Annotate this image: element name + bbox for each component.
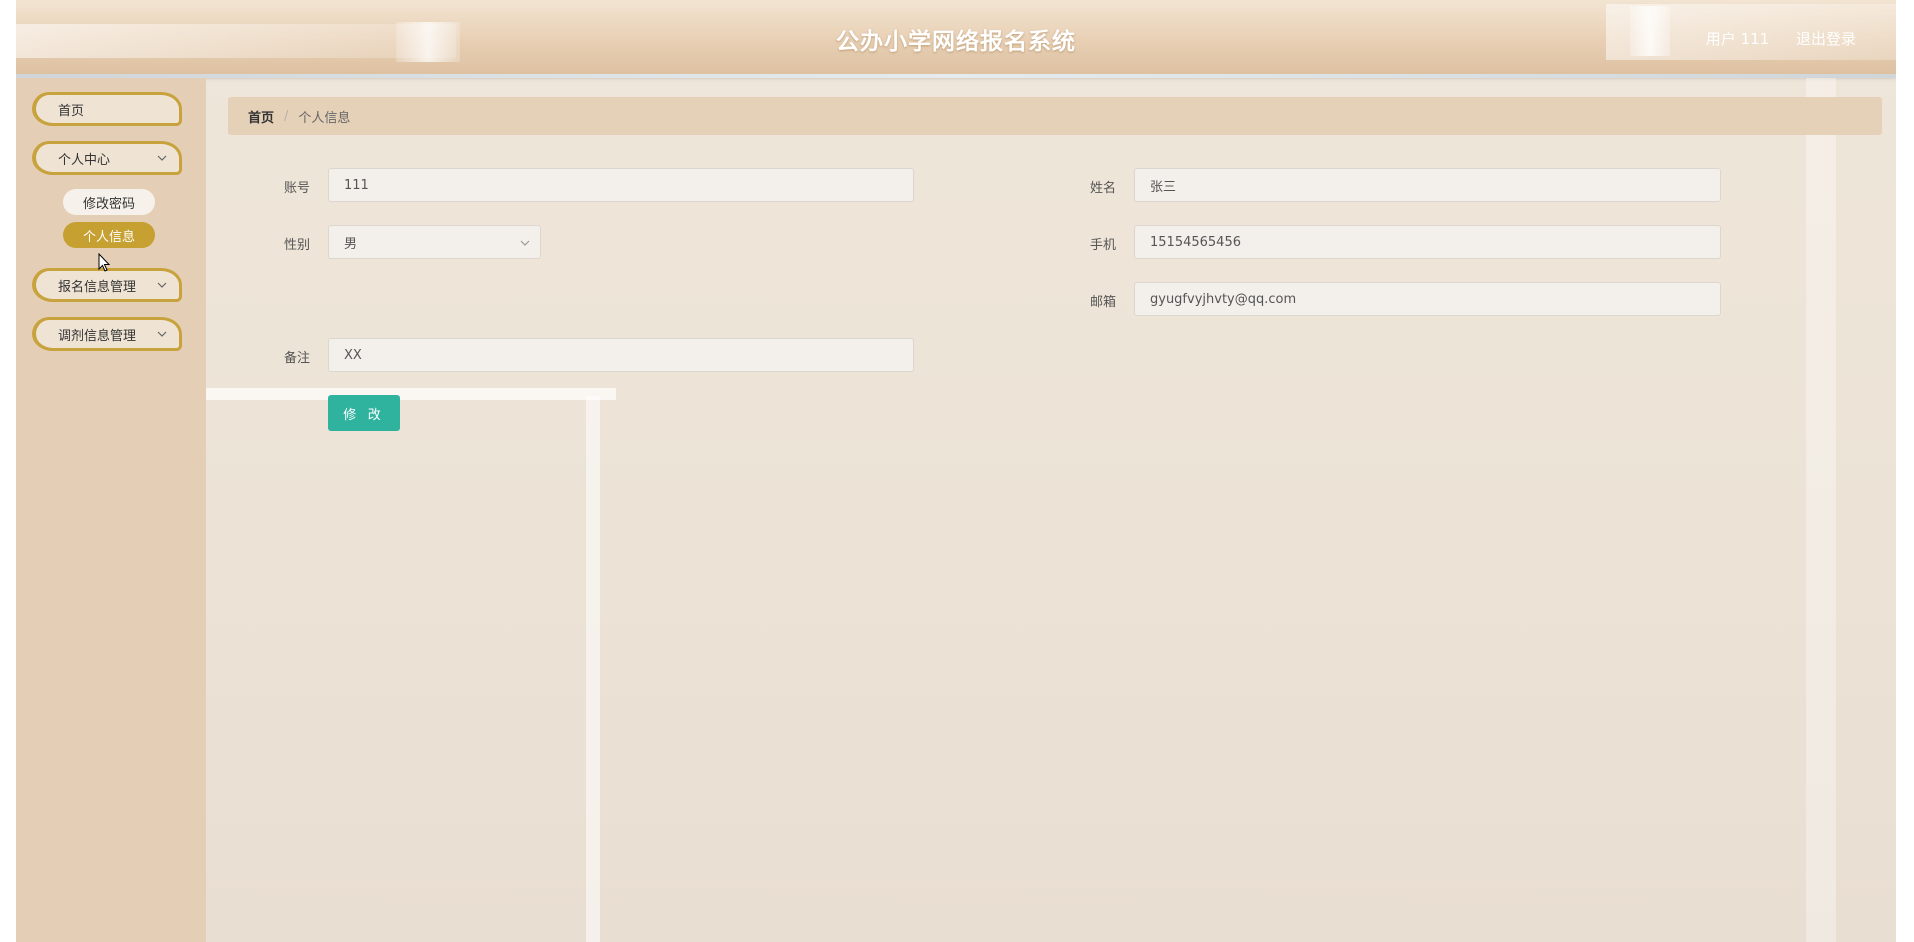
breadcrumb-current: 个人信息 — [298, 110, 351, 126]
app-title: 公办小学网络报名系统 — [836, 29, 1076, 55]
sidebar-item-label: 个人中心 — [58, 152, 111, 168]
sidebar-item-adjustment-management[interactable]: 调剂信息管理 — [32, 317, 182, 351]
sidebar: 首页 个人中心 修改密码 个人信息 报名信息管理 调剂信息管理 — [16, 78, 206, 942]
name-label: 姓名 — [1089, 181, 1116, 196]
sidebar-subitem-label: 修改密码 — [82, 196, 135, 212]
app-window: 公办小学网络报名系统 用户 111 退出登录 首页 个人中心 修改密码 个人信息… — [16, 0, 1896, 942]
modify-button[interactable]: 修 改 — [328, 395, 400, 431]
chevron-down-icon — [157, 331, 167, 337]
sidebar-subitem-personal-info[interactable]: 个人信息 — [63, 222, 155, 248]
sidebar-item-label: 首页 — [58, 103, 85, 119]
name-value: 张三 — [1150, 179, 1177, 195]
breadcrumb: 首页 / 个人信息 — [228, 97, 1882, 135]
main-content: 首页 / 个人信息 账号 111 姓名 张三 性别 男 手机 151545654… — [206, 78, 1896, 942]
gender-label: 性别 — [283, 238, 310, 253]
top-header: 公办小学网络报名系统 用户 111 退出登录 — [16, 0, 1896, 76]
remark-field[interactable]: XX — [328, 338, 914, 372]
chevron-down-icon — [157, 282, 167, 288]
account-value: 111 — [344, 177, 369, 193]
background-decoration — [1806, 78, 1836, 942]
email-field[interactable]: gyugfvyjhvty@qq.com — [1134, 282, 1721, 316]
account-label: 账号 — [283, 181, 310, 196]
sidebar-subitem-change-password[interactable]: 修改密码 — [63, 189, 155, 215]
breadcrumb-separator: / — [284, 108, 289, 124]
background-decoration — [206, 388, 616, 400]
email-value: gyugfvyjhvty@qq.com — [1150, 291, 1297, 307]
user-area: 用户 111 退出登录 — [1684, 28, 1856, 49]
chevron-down-icon — [157, 155, 167, 161]
breadcrumb-home[interactable]: 首页 — [248, 107, 274, 126]
name-field[interactable]: 张三 — [1134, 168, 1721, 202]
chevron-down-icon — [520, 240, 530, 246]
gender-select[interactable]: 男 — [328, 225, 541, 259]
phone-label: 手机 — [1089, 238, 1116, 253]
remark-label: 备注 — [283, 351, 310, 366]
gender-value: 男 — [344, 236, 358, 252]
sidebar-item-label: 报名信息管理 — [58, 279, 137, 295]
remark-value: XX — [344, 347, 362, 363]
user-label: 用户 111 — [1705, 30, 1770, 48]
sidebar-subitem-label: 个人信息 — [82, 229, 135, 245]
sidebar-item-registration-management[interactable]: 报名信息管理 — [32, 268, 182, 302]
sidebar-item-label: 调剂信息管理 — [58, 328, 137, 344]
phone-field[interactable]: 15154565456 — [1134, 225, 1721, 259]
account-field[interactable]: 111 — [328, 168, 914, 202]
cursor-icon — [98, 253, 111, 272]
sidebar-item-personal-center[interactable]: 个人中心 — [32, 141, 182, 175]
background-decoration — [586, 396, 600, 942]
logout-link[interactable]: 退出登录 — [1796, 30, 1856, 48]
sidebar-item-home[interactable]: 首页 — [32, 92, 182, 126]
email-label: 邮箱 — [1089, 295, 1116, 310]
phone-value: 15154565456 — [1150, 234, 1241, 250]
